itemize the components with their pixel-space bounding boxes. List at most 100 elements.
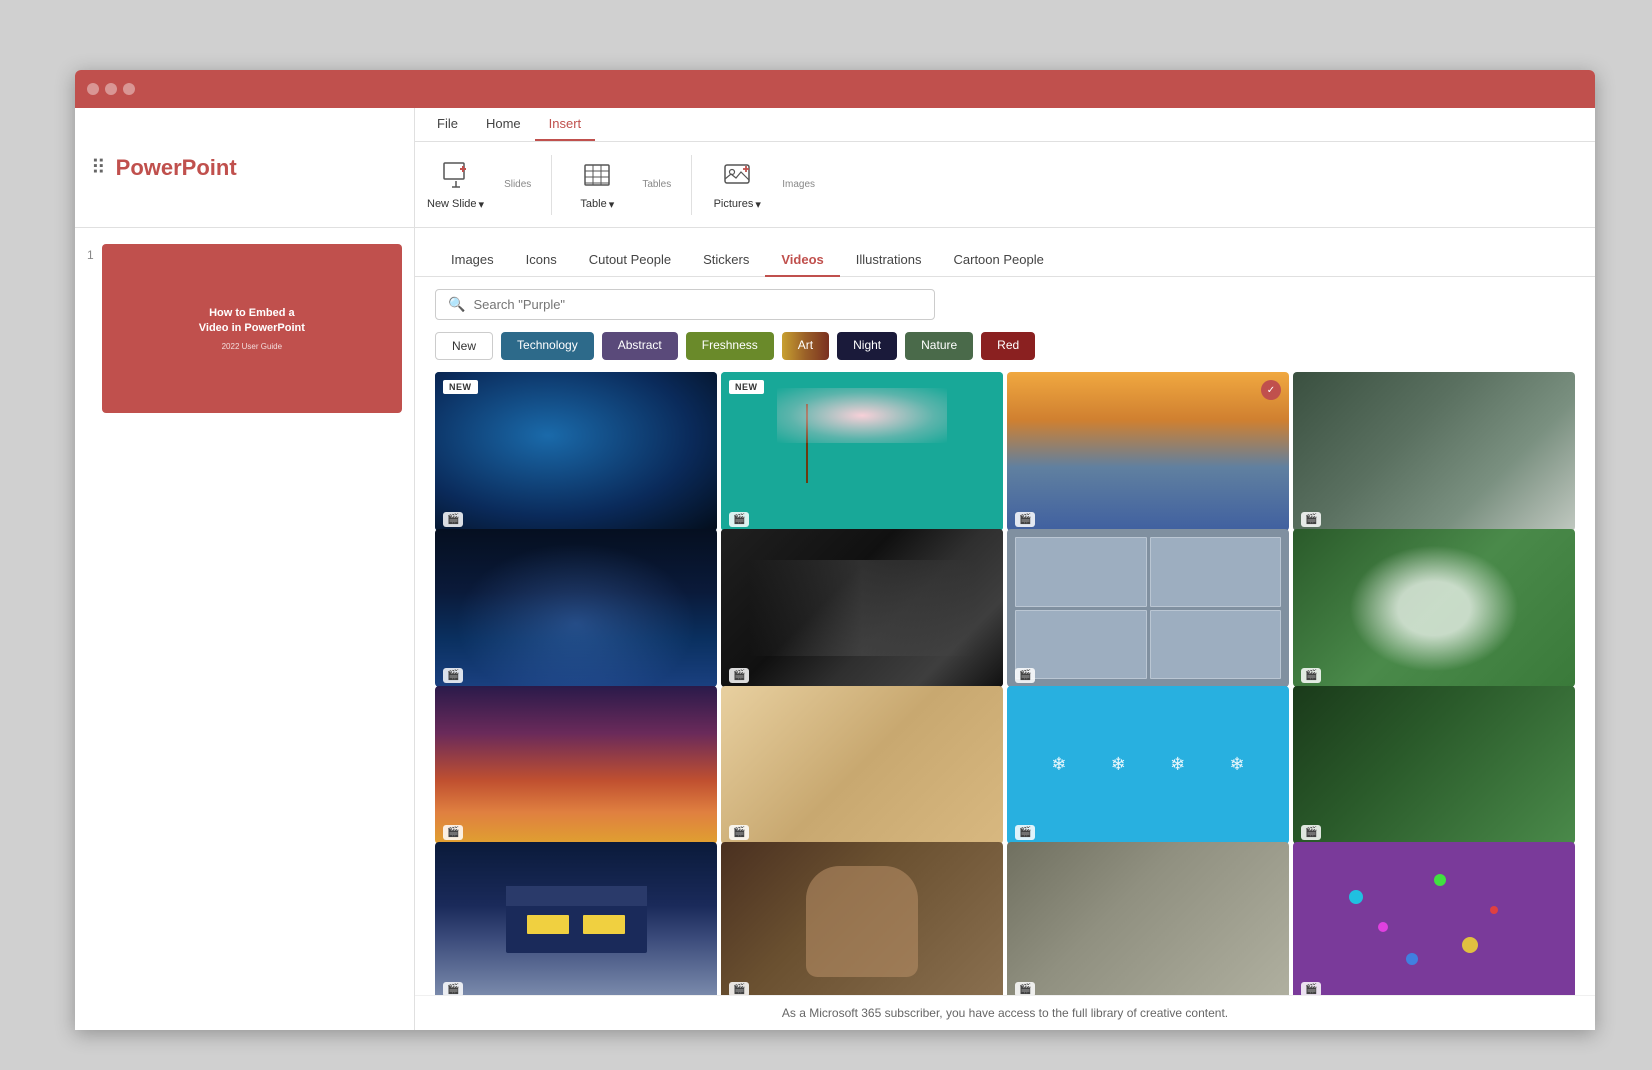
- ribbon-divider-1: [551, 155, 552, 215]
- search-input[interactable]: [473, 297, 922, 312]
- check-badge-3: ✓: [1261, 380, 1281, 400]
- tables-section-label: Tables: [642, 179, 671, 190]
- video-overlay-7: 🎬: [1007, 664, 1289, 687]
- video-overlay-14: 🎬: [721, 978, 1003, 995]
- chip-red[interactable]: Red: [981, 332, 1035, 360]
- title-bar: [75, 70, 1595, 108]
- table-icon: [581, 159, 613, 196]
- video-overlay-9: 🎬: [435, 821, 717, 844]
- tab-images[interactable]: Images: [435, 244, 510, 277]
- video-overlay-4: 🎬: [1293, 508, 1575, 531]
- video-overlay-1: 🎬: [435, 508, 717, 531]
- content-panel: Images Icons Cutout People Stickers Vide: [415, 228, 1595, 1030]
- dialog-footer: As a Microsoft 365 subscriber, you have …: [415, 995, 1595, 1030]
- video-overlay-16: 🎬: [1293, 978, 1575, 995]
- powerpoint-window: ⠿ PowerPoint File Home Insert: [75, 70, 1595, 1030]
- slide-number: 1: [87, 248, 94, 262]
- ribbon-area: File Home Insert: [415, 108, 1595, 228]
- video-item-7[interactable]: 🎬: [1007, 529, 1289, 688]
- tab-stickers[interactable]: Stickers: [687, 244, 765, 277]
- video-overlay-6: 🎬: [721, 664, 1003, 687]
- chip-art[interactable]: Art: [782, 332, 829, 360]
- new-slide-icon: [440, 159, 472, 196]
- video-icon-4: 🎬: [1301, 512, 1321, 527]
- main-area: 1 How to Embed aVideo in PowerPoint 2022…: [75, 228, 1595, 1030]
- video-item-6[interactable]: 🎬: [721, 529, 1003, 688]
- pictures-button[interactable]: Pictures ▾: [712, 159, 762, 211]
- video-item-9[interactable]: 🎬: [435, 686, 717, 845]
- tab-cutout-people[interactable]: Cutout People: [573, 244, 687, 277]
- ribbon-divider-2: [691, 155, 692, 215]
- video-item-2[interactable]: NEW 🎬: [721, 372, 1003, 531]
- video-overlay-8: 🎬: [1293, 664, 1575, 687]
- chip-new[interactable]: New: [435, 332, 493, 360]
- video-icon-9: 🎬: [443, 825, 463, 840]
- video-icon-14: 🎬: [729, 982, 749, 995]
- chip-technology[interactable]: Technology: [501, 332, 594, 360]
- new-badge-2: NEW: [729, 380, 764, 394]
- app-logo-area: ⠿ PowerPoint: [75, 108, 415, 228]
- new-badge-1: NEW: [443, 380, 478, 394]
- minimize-button[interactable]: [105, 83, 117, 95]
- slides-section-label: Slides: [504, 179, 531, 190]
- video-icon-1: 🎬: [443, 512, 463, 527]
- search-box[interactable]: 🔍: [435, 289, 935, 320]
- table-button[interactable]: Table ▾: [572, 159, 622, 211]
- ribbon-tab-home[interactable]: Home: [472, 108, 535, 141]
- video-icon-10: 🎬: [729, 825, 749, 840]
- video-overlay-11: 🎬: [1007, 821, 1289, 844]
- slide-subtitle: 2022 User Guide: [222, 342, 282, 351]
- video-icon-11: 🎬: [1015, 825, 1035, 840]
- video-icon-7: 🎬: [1015, 668, 1035, 683]
- slide-preview[interactable]: How to Embed aVideo in PowerPoint 2022 U…: [102, 244, 402, 413]
- dialog-tabs: Images Icons Cutout People Stickers Vide: [415, 228, 1595, 277]
- video-icon-5: 🎬: [443, 668, 463, 683]
- video-item-3[interactable]: ✓ 🎬: [1007, 372, 1289, 531]
- video-item-11[interactable]: ❄ ❄ ❄ ❄ 🎬: [1007, 686, 1289, 845]
- ribbon-tab-file[interactable]: File: [423, 108, 472, 141]
- video-item-4[interactable]: 🎬: [1293, 372, 1575, 531]
- app-name: PowerPoint: [116, 155, 237, 181]
- new-slide-button[interactable]: New Slide ▾: [427, 159, 484, 211]
- pictures-icon: [721, 159, 753, 196]
- video-overlay-10: 🎬: [721, 821, 1003, 844]
- video-icon-6: 🎬: [729, 668, 749, 683]
- video-item-13[interactable]: 🎬: [435, 842, 717, 995]
- tab-icons[interactable]: Icons: [510, 244, 573, 277]
- video-item-1[interactable]: NEW 🎬: [435, 372, 717, 531]
- desktop: ⠿ PowerPoint File Home Insert: [0, 0, 1652, 1070]
- tab-videos[interactable]: Videos: [765, 244, 839, 277]
- video-item-15[interactable]: 🎬: [1007, 842, 1289, 995]
- search-icon: 🔍: [448, 296, 465, 313]
- video-overlay-12: 🎬: [1293, 821, 1575, 844]
- video-icon-8: 🎬: [1301, 668, 1321, 683]
- video-item-5[interactable]: 🎬: [435, 529, 717, 688]
- video-icon-12: 🎬: [1301, 825, 1321, 840]
- images-section-label: Images: [782, 179, 815, 190]
- close-button[interactable]: [87, 83, 99, 95]
- video-overlay-15: 🎬: [1007, 978, 1289, 995]
- video-item-12[interactable]: 🎬: [1293, 686, 1575, 845]
- video-item-14[interactable]: 🎬: [721, 842, 1003, 995]
- maximize-button[interactable]: [123, 83, 135, 95]
- grid-icon: ⠿: [91, 155, 106, 180]
- video-overlay-3: 🎬: [1007, 508, 1289, 531]
- tab-cartoon-people[interactable]: Cartoon People: [938, 244, 1060, 277]
- video-item-8[interactable]: 🎬: [1293, 529, 1575, 688]
- video-overlay-5: 🎬: [435, 664, 717, 687]
- chip-freshness[interactable]: Freshness: [686, 332, 774, 360]
- video-icon-16: 🎬: [1301, 982, 1321, 995]
- tab-illustrations[interactable]: Illustrations: [840, 244, 938, 277]
- video-item-10[interactable]: 🎬: [721, 686, 1003, 845]
- slide-title: How to Embed aVideo in PowerPoint: [199, 306, 305, 337]
- window-controls: [87, 83, 135, 95]
- filter-chips: New Technology Abstract Freshness Art: [415, 332, 1595, 372]
- ribbon-btn-row: New Slide ▾ Slides: [415, 142, 1595, 227]
- chip-nature[interactable]: Nature: [905, 332, 973, 360]
- search-area: 🔍: [415, 277, 1595, 332]
- chip-night[interactable]: Night: [837, 332, 897, 360]
- video-item-16[interactable]: 🎬: [1293, 842, 1575, 995]
- new-slide-label: New Slide ▾: [427, 198, 484, 211]
- ribbon-tab-insert[interactable]: Insert: [535, 108, 596, 141]
- chip-abstract[interactable]: Abstract: [602, 332, 678, 360]
